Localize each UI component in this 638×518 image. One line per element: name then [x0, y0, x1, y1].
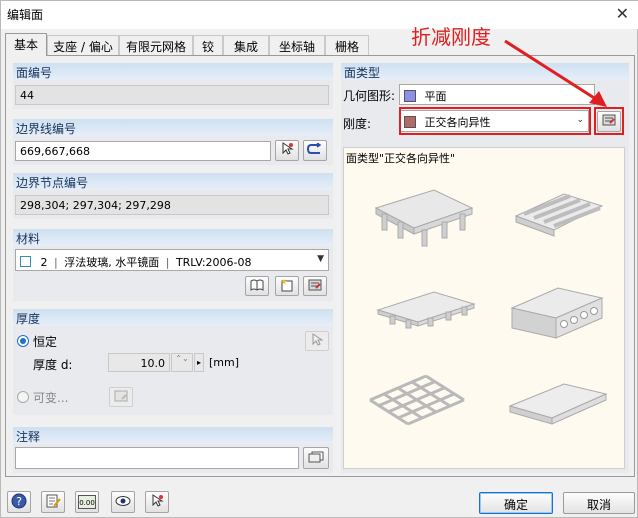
- tab-grid[interactable]: 栅格: [325, 35, 369, 55]
- boundary-nodes-header: 边界节点编号: [13, 173, 333, 190]
- boundary-lines-header: 边界线编号: [13, 119, 333, 136]
- surface-no-field: 44: [15, 85, 329, 105]
- library-book-icon: [250, 279, 264, 294]
- thickness-header: 厚度: [13, 309, 333, 326]
- help-icon: ?: [11, 493, 27, 512]
- cancel-button[interactable]: 取消: [563, 492, 635, 514]
- surface-no-header: 面编号: [13, 63, 333, 80]
- geometry-label: 几何图形:: [343, 89, 396, 103]
- tab-hinges[interactable]: 铰: [193, 35, 223, 55]
- reduced-stiffness-annotation: 折减刚度: [411, 25, 491, 49]
- constant-radio[interactable]: [17, 335, 29, 347]
- preview-caption: 面类型"正交各向异性": [346, 152, 456, 165]
- variable-radio[interactable]: [17, 391, 29, 403]
- separator: |: [165, 256, 170, 269]
- hollow-core-slab-illustration: [510, 287, 604, 339]
- geometry-value: 平面: [424, 90, 447, 103]
- comment-group: 注释: [13, 427, 333, 473]
- surface-type-preview: 面类型"正交各向异性": [343, 147, 625, 469]
- material-header: 材料: [13, 229, 333, 246]
- title-bar: 编辑面 ✕: [1, 1, 638, 29]
- thickness-group: 厚度 恒定 厚度 d: 10.0 ⌃⌄ ▸ [mm] 可变...: [13, 309, 333, 415]
- close-icon[interactable]: ✕: [616, 4, 629, 23]
- pick-cursor-icon: [280, 142, 294, 159]
- edit-icon: [45, 493, 61, 512]
- thickness-value[interactable]: 10.0: [108, 353, 170, 372]
- pick-cursor-icon: [310, 332, 324, 350]
- boundary-nodes-group: 边界节点编号 298,304; 297,304; 297,298: [13, 173, 333, 219]
- pick-lines-button[interactable]: [275, 140, 299, 161]
- reverse-arrow-icon: [306, 142, 323, 158]
- svg-text:?: ?: [16, 495, 22, 508]
- material-select[interactable]: 2 | 浮法玻璃, 水平镜面 | TRLV:2006-08 ▼: [15, 249, 329, 271]
- comment-library-button[interactable]: [303, 447, 329, 469]
- thickness-unit: [mm]: [209, 356, 240, 369]
- variable-edit-button[interactable]: [109, 387, 133, 407]
- pick-button[interactable]: [145, 491, 169, 513]
- comment-header: 注释: [13, 427, 333, 444]
- tab-basic[interactable]: 基本: [5, 33, 47, 56]
- tab-support-eccentricity[interactable]: 支座 / 偏心: [47, 35, 119, 55]
- material-color-swatch: [20, 256, 31, 267]
- view-icon: [115, 495, 131, 510]
- geometry-color-swatch: [404, 90, 416, 102]
- thickness-label: 厚度 d:: [33, 358, 73, 372]
- material-group: 材料 2 | 浮法玻璃, 水平镜面 | TRLV:2006-08 ▼: [13, 229, 333, 301]
- stiffness-highlight-box: [399, 107, 591, 135]
- window-title: 编辑面: [7, 8, 44, 22]
- tab-axes[interactable]: 坐标轴: [269, 35, 325, 55]
- flat-plate-illustration: [508, 383, 608, 425]
- thickness-arrow[interactable]: ▸: [194, 353, 204, 372]
- edit-thickness-icon: [114, 390, 128, 405]
- comment-input[interactable]: [15, 447, 299, 469]
- units-button[interactable]: 0.00: [75, 491, 99, 513]
- grillage-illustration: [369, 374, 465, 426]
- material-standard: TRLV:2006-08: [175, 256, 252, 269]
- boundary-lines-input[interactable]: 669,667,668: [15, 141, 271, 161]
- help-button[interactable]: ?: [7, 491, 31, 513]
- edit-button-highlight-box: [594, 107, 624, 135]
- thickness-spinner[interactable]: ⌃⌄: [171, 353, 193, 372]
- edit-material-button[interactable]: [303, 276, 327, 296]
- comment-list-icon: [308, 451, 324, 466]
- tee-slab-illustration: [376, 291, 476, 329]
- new-material-button[interactable]: [275, 276, 299, 296]
- separator: |: [54, 256, 58, 269]
- new-material-icon: [280, 278, 294, 295]
- annotation-arrow-icon: [504, 39, 607, 107]
- constant-label: 恒定: [33, 335, 58, 349]
- edit-surface-dialog: 编辑面 ✕ 基本 支座 / 偏心 有限元网格 铰 集成 坐标轴 栅格 面编号 4…: [0, 0, 638, 518]
- corrugated-slab-illustration: [514, 193, 604, 237]
- ok-button[interactable]: 确定: [479, 492, 553, 514]
- stiffness-label: 刚度:: [343, 117, 372, 131]
- view-button[interactable]: [111, 491, 135, 513]
- surface-no-group: 面编号 44: [13, 63, 333, 109]
- units-text: 0.00: [79, 499, 95, 507]
- variable-label: 可变...: [33, 391, 69, 405]
- ribbed-slab-illustration: [374, 189, 474, 247]
- thickness-pick-button[interactable]: [305, 331, 329, 351]
- edit-material-icon: [308, 279, 322, 294]
- chevron-down-icon: ▼: [317, 254, 324, 264]
- units-icon: 0.00: [78, 495, 96, 509]
- reverse-lines-button[interactable]: [303, 140, 327, 161]
- tab-integration[interactable]: 集成: [223, 35, 269, 55]
- edit-button[interactable]: [41, 491, 65, 513]
- material-library-button[interactable]: [245, 276, 269, 296]
- material-name: 浮法玻璃, 水平镜面: [64, 256, 160, 269]
- pick-icon: [150, 493, 164, 511]
- boundary-lines-group: 边界线编号 669,667,668: [13, 119, 333, 165]
- boundary-nodes-field: 298,304; 297,304; 297,298: [15, 195, 329, 215]
- tab-fe-mesh[interactable]: 有限元网格: [119, 35, 193, 55]
- material-number: 2: [40, 256, 48, 269]
